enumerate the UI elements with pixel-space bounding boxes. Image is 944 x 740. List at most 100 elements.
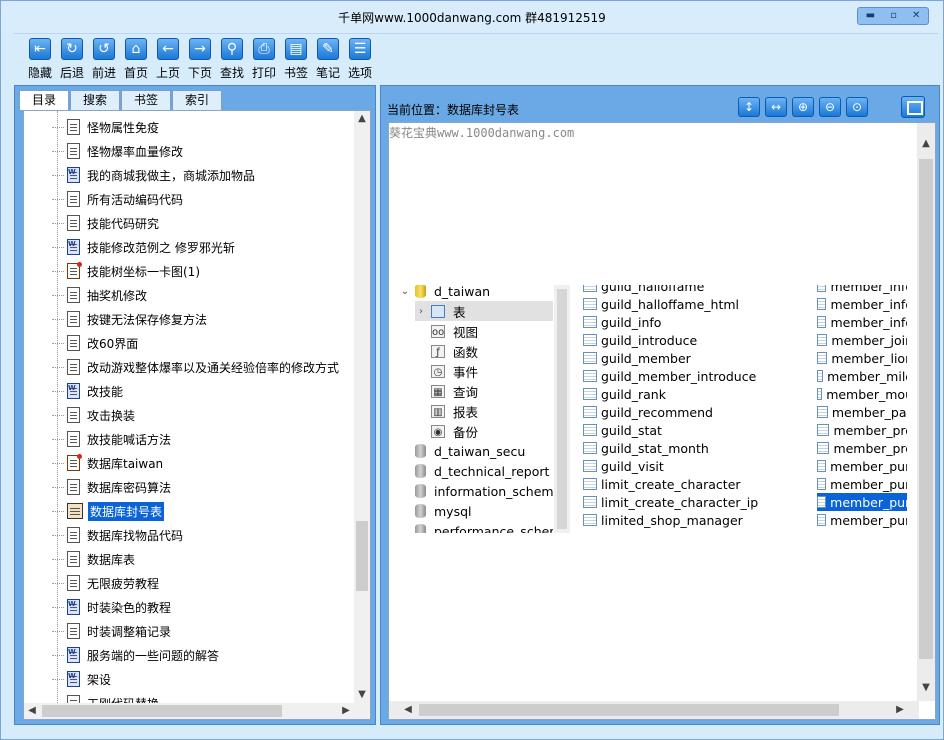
zoom-in-button[interactable]: ⊕ [792, 97, 814, 117]
table-item[interactable]: limit_create_character [583, 475, 809, 493]
db-tree-node-functions[interactable]: ƒ 函数 [415, 341, 478, 361]
table-name: guild_rank [601, 386, 666, 402]
tree-item[interactable]: 时装染色的教程 [52, 596, 173, 618]
tree-item[interactable]: 数据库密码算法 [52, 476, 173, 498]
table-item[interactable]: guild_visit [583, 457, 809, 475]
table-item[interactable]: guild_stat [583, 421, 809, 439]
expand-arrow-icon[interactable]: › [415, 306, 427, 317]
db-tree-node-tables[interactable]: › 表 [415, 301, 553, 321]
table-item[interactable]: guild_halloffame [583, 285, 809, 295]
table-item[interactable]: guild_member_introduce [583, 367, 809, 385]
tree-item[interactable]: 架设 [52, 668, 113, 690]
tree-item[interactable]: 数据库taiwan [52, 452, 165, 474]
tree-item[interactable]: 数据库表 [52, 548, 137, 570]
table-item[interactable]: guild_introduce [583, 331, 809, 349]
tree-item[interactable]: 改60界面 [52, 332, 140, 354]
table-item[interactable]: member_pun [817, 493, 907, 511]
actual-size-button[interactable]: ⊙ [846, 97, 868, 117]
table-item[interactable]: member_mile [817, 367, 907, 385]
tree-item[interactable]: 数据库找物品代码 [52, 524, 185, 546]
table-item[interactable]: limited_shop_manager [583, 511, 809, 529]
table-item[interactable]: member_pun [817, 475, 907, 493]
tab-index[interactable]: 索引 [172, 90, 223, 110]
tree-item[interactable]: 技能修改范例之 修罗邪光斩 [52, 236, 237, 258]
table-item[interactable]: guild_rank [583, 385, 809, 403]
tree-vertical-scrollbar[interactable]: ▲ ▼ [354, 111, 370, 703]
table-item[interactable]: member_info [817, 313, 907, 331]
content-horizontal-scrollbar[interactable]: ◀ ▶ [389, 701, 919, 719]
tree-item[interactable]: 放技能喊话方法 [52, 428, 173, 450]
scroll-right-arrow-icon[interactable]: ▶ [891, 701, 909, 719]
table-item[interactable]: member_pre [817, 421, 907, 439]
tree-item[interactable]: 数据库封号表 [52, 500, 165, 522]
tree-item[interactable]: 改动游戏整体爆率以及通关经验倍率的修改方式 [52, 356, 341, 378]
close-button[interactable]: ✕ [912, 11, 920, 21]
scroll-up-arrow-icon[interactable]: ▲ [917, 135, 935, 153]
table-name: guild_member_introduce [601, 368, 757, 384]
table-item[interactable]: limit_create_character_ip [583, 493, 809, 511]
db-tree-database[interactable]: d_technical_report [399, 461, 549, 481]
tab-search[interactable]: 搜索 [70, 90, 121, 110]
scroll-down-arrow-icon[interactable]: ▼ [354, 687, 370, 703]
tree-item[interactable]: 无限疲劳教程 [52, 572, 161, 594]
table-item[interactable]: member_pre [817, 439, 907, 457]
tree-item[interactable]: 攻击换装 [52, 404, 137, 426]
table-item[interactable]: member_info [817, 285, 907, 295]
tree-item[interactable]: 我的商城我做主，商城添加物品 [52, 164, 257, 186]
tab-bookmarks[interactable]: 书签 [121, 90, 172, 110]
fit-height-button[interactable]: ↕ [738, 97, 760, 117]
tree-item[interactable]: 技能代码研究 [52, 212, 161, 234]
fit-width-button[interactable]: ↔ [765, 97, 787, 117]
tab-contents[interactable]: 目录 [19, 90, 70, 110]
zoom-out-button[interactable]: ⊖ [819, 97, 841, 117]
table-item[interactable]: guild_member [583, 349, 809, 367]
db-tree-database[interactable]: mysql [399, 501, 472, 521]
tree-item[interactable]: 抽奖机修改 [52, 284, 149, 306]
tree-item[interactable]: 改技能 [52, 380, 125, 402]
content-vertical-scrollbar[interactable]: ▲ ▼ [917, 123, 935, 701]
scroll-thumb[interactable] [419, 704, 839, 716]
tree-item[interactable]: 怪物属性免疫 [52, 116, 161, 138]
tree-item[interactable]: 工刚代码替换 [52, 692, 161, 703]
db-tree-database[interactable]: ⌄ d_taiwan [399, 285, 490, 301]
table-item[interactable]: member_info [817, 295, 907, 313]
tree-horizontal-scrollbar[interactable]: ◀ ▶ [24, 703, 370, 719]
tree-item[interactable]: 按键无法保存修复方法 [52, 308, 209, 330]
scroll-up-arrow-icon[interactable]: ▲ [354, 111, 370, 127]
table-item[interactable]: member_lion [817, 349, 907, 367]
table-item[interactable]: member_join [817, 331, 907, 349]
tree-item[interactable]: 怪物爆率血量修改 [52, 140, 185, 162]
tree-item[interactable]: 服务端的一些问题的解答 [52, 644, 221, 666]
db-tree-database[interactable]: information_schema [399, 481, 553, 501]
table-item[interactable]: guild_info [583, 313, 809, 331]
scroll-left-arrow-icon[interactable]: ◀ [399, 701, 417, 719]
tree-item[interactable]: 技能树坐标一卡图(1) [52, 260, 202, 282]
db-tree-node-events[interactable]: ◷ 事件 [415, 361, 478, 381]
maximize-button[interactable]: ▫ [890, 11, 897, 21]
scroll-left-arrow-icon[interactable]: ◀ [24, 703, 40, 719]
db-tree-node-reports[interactable]: ▥ 报表 [415, 401, 478, 421]
table-item[interactable]: member_mou [817, 385, 907, 403]
db-tree-database[interactable]: performance_schema [399, 521, 553, 533]
tree-item[interactable]: 所有活动编码代码 [52, 188, 185, 210]
scroll-thumb[interactable] [42, 705, 282, 717]
db-tree-node-views[interactable]: oo 视图 [415, 321, 478, 341]
table-item[interactable]: guild_halloffame_html [583, 295, 809, 313]
minimize-button[interactable]: ▬ [866, 11, 875, 21]
table-item[interactable]: guild_recommend [583, 403, 809, 421]
scroll-thumb[interactable] [919, 159, 933, 659]
scroll-right-arrow-icon[interactable]: ▶ [338, 703, 354, 719]
fullscreen-button[interactable] [901, 96, 925, 118]
db-tree-node-queries[interactable]: ▦ 查询 [415, 381, 478, 401]
table-item[interactable]: member_pun [817, 511, 907, 529]
scroll-thumb[interactable] [356, 521, 368, 591]
scroll-down-arrow-icon[interactable]: ▼ [917, 679, 935, 697]
toolbar-button-options[interactable]: ☰ 选项 [344, 38, 376, 81]
expand-arrow-icon[interactable]: ⌄ [399, 286, 411, 297]
tree-item[interactable]: 时装调整箱记录 [52, 620, 173, 642]
db-tree-database[interactable]: d_taiwan_secu [399, 441, 525, 461]
table-item[interactable]: member_pas [817, 403, 907, 421]
table-item[interactable]: guild_stat_month [583, 439, 809, 457]
table-item[interactable]: member_pun [817, 457, 907, 475]
db-tree-node-backup[interactable]: ◉ 备份 [415, 421, 478, 441]
